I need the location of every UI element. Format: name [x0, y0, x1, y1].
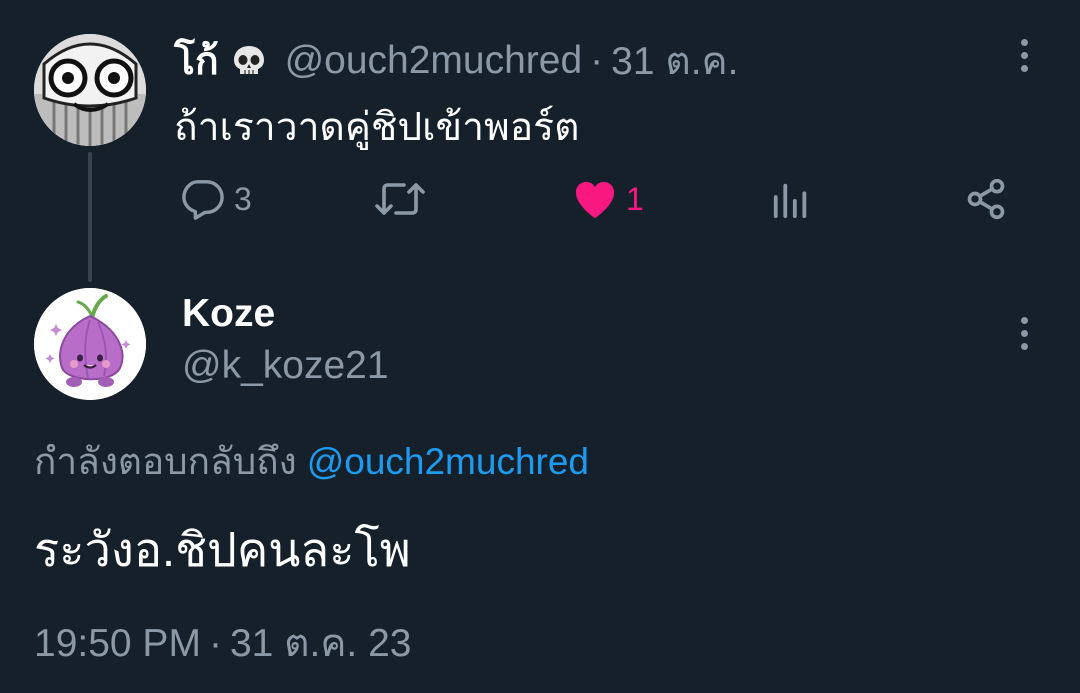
user-handle[interactable]: @k_koze21: [182, 344, 389, 388]
reply-icon: [182, 180, 224, 220]
avatar[interactable]: [34, 288, 146, 400]
tweet-text: ถ้าเราวาดคู่ชิปเข้าพอร์ต: [174, 106, 580, 149]
more-dot-icon: [1020, 316, 1028, 324]
more-dot-icon: [1020, 51, 1028, 59]
more-dot-icon: [1020, 38, 1028, 46]
heart-filled-icon: [575, 181, 615, 219]
like-count: 1: [626, 180, 644, 217]
retweet-button[interactable]: [374, 174, 434, 224]
tweet-time[interactable]: 19:50 PM: [34, 622, 201, 665]
like-button[interactable]: 1: [572, 174, 644, 224]
thread-connector-line: [88, 152, 92, 282]
reply-count: 3: [234, 180, 252, 217]
user-handle[interactable]: @ouch2muchred: [285, 39, 583, 83]
tweet-time[interactable]: 31 ต.ค.: [611, 30, 738, 92]
share-button[interactable]: [964, 174, 1008, 224]
reply-button[interactable]: 3: [180, 174, 252, 224]
display-name[interactable]: Koze: [182, 292, 275, 336]
avatar-illustration: [34, 34, 146, 146]
separator-dot: ·: [208, 622, 222, 665]
skull-icon: [231, 43, 267, 79]
more-dot-icon: [1020, 342, 1028, 350]
analytics-icon: [773, 183, 807, 219]
tweet-date[interactable]: 31 ต.ค. 23: [230, 622, 412, 665]
avatar[interactable]: [34, 34, 146, 146]
more-options-button[interactable]: [1004, 308, 1044, 358]
parent-tweet-header: โก้ @ouch2muchred · 31 ต.ค.: [174, 36, 738, 86]
more-dot-icon: [1020, 64, 1028, 72]
tweet-text: ระวังอ.ชิปคนละโพ: [34, 523, 411, 576]
views-button[interactable]: [770, 174, 820, 224]
tweet-timestamp: 19:50 PM · 31 ต.ค. 23: [34, 612, 411, 674]
retweet-icon: [375, 183, 425, 215]
replying-to-mention-link[interactable]: @ouch2muchred: [307, 441, 589, 482]
tweet-thread-screen: โก้ @ouch2muchred · 31 ต.ค. ถ้าเราวาดคู่…: [0, 0, 1080, 693]
more-options-button[interactable]: [1004, 30, 1044, 80]
avatar-illustration: [34, 288, 146, 400]
replying-to-label: กำลังตอบกลับถึง: [34, 441, 297, 482]
separator-dot: ·: [590, 39, 604, 82]
display-name[interactable]: โก้: [174, 30, 219, 92]
more-dot-icon: [1020, 329, 1028, 337]
share-icon: [967, 178, 1005, 220]
replying-to-line: กำลังตอบกลับถึง @ouch2muchred: [34, 432, 589, 491]
